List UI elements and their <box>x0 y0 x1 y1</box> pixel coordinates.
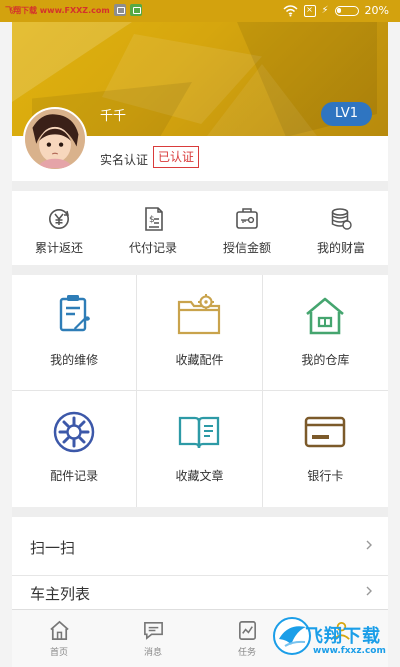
source-label: 飞翔下载 www.FXXZ.com <box>5 5 110 15</box>
avatar-image <box>25 109 85 169</box>
app-icon <box>129 4 142 16</box>
grid-item-label: 银行卡 <box>307 469 344 483</box>
tab-label: 任务 <box>237 648 256 658</box>
finance-item-credit-amount[interactable]: 授信金额 <box>200 191 294 265</box>
tab-home[interactable]: 首页 <box>12 610 106 667</box>
finance-item-label: 我的财富 <box>316 241 365 255</box>
grid-item-saved-parts[interactable]: 收藏配件 <box>137 275 263 391</box>
task-icon <box>238 621 256 640</box>
username: 千千 <box>100 109 127 124</box>
function-grid: 我的维修 收藏配件 我的仓库 配件记录 收藏文章 银行卡 <box>12 275 388 507</box>
verification-label: 实名认证 <box>100 153 149 167</box>
repair-icon <box>59 295 91 332</box>
grid-item-label: 我的仓库 <box>301 353 350 367</box>
status-bar: 飞翔下载 www.FXXZ.com × ⚡ 20% <box>0 0 400 22</box>
finance-item-label: 代付记录 <box>128 241 177 255</box>
level-badge[interactable]: LV1 <box>321 102 372 126</box>
finance-item-my-wealth[interactable]: 我的财富 <box>294 191 388 265</box>
finance-item-label: 累计返还 <box>34 241 83 255</box>
card-key-icon <box>236 208 258 229</box>
tab-label: 首页 <box>49 648 68 658</box>
phone-screen: 飞翔下载 www.FXXZ.com × ⚡ 20% 千千 LV1 实名认证 已认… <box>0 0 400 667</box>
watermark-title: 飞翔下载 <box>305 626 381 647</box>
battery-icon <box>334 5 359 16</box>
grid-item-parts-records[interactable]: 配件记录 <box>12 391 138 507</box>
section-divider <box>12 507 388 517</box>
list-item-scan[interactable]: 扫一扫 <box>12 517 388 576</box>
grid-item-saved-articles[interactable]: 收藏文章 <box>137 391 263 507</box>
list-item-owner-list[interactable]: 车主列表 <box>12 576 388 609</box>
finance-item-cumulative-refund[interactable]: 累计返还 <box>12 191 106 265</box>
grid-item-bank-card[interactable]: 银行卡 <box>263 391 388 507</box>
gear-icon <box>53 411 95 453</box>
grid-item-label: 配件记录 <box>50 469 99 483</box>
finance-item-label: 授信金额 <box>222 241 271 255</box>
receipt-icon: $ <box>145 207 163 231</box>
yuan-cycle-icon <box>49 209 69 229</box>
tab-messages[interactable]: 消息 <box>106 610 200 667</box>
finance-shortcuts: 累计返还 $ 代付记录 授信金额 我的财富 <box>12 191 388 265</box>
bank-card-icon <box>305 416 346 448</box>
watermark-subtitle: www.fxxz.com <box>313 646 386 656</box>
svg-text:$: $ <box>149 215 155 225</box>
finance-item-payment-records[interactable]: $ 代付记录 <box>106 191 200 265</box>
battery-percent: 20% <box>364 4 389 17</box>
folder-gear-icon <box>178 294 221 335</box>
status-right: × ⚡ 20% <box>283 4 389 17</box>
coins-icon <box>331 208 352 230</box>
section-divider <box>12 181 388 191</box>
charging-icon: ⚡ <box>321 5 329 16</box>
left-gutter <box>0 0 12 667</box>
section-divider <box>12 265 388 275</box>
chevron-right-icon <box>366 540 372 550</box>
grid-item-label: 收藏配件 <box>175 353 224 367</box>
settings-list: 扫一扫 车主列表 <box>12 517 388 609</box>
right-gutter <box>388 0 400 667</box>
tab-label: 消息 <box>143 648 162 658</box>
message-icon <box>143 622 163 640</box>
profile-page: 千千 LV1 实名认证 已认证 累计返还 $ 代付记录 授信金额 我的财富 我的… <box>12 0 388 667</box>
home-icon <box>49 620 69 640</box>
book-icon <box>179 416 220 449</box>
wifi-icon <box>283 4 298 16</box>
list-item-label: 车主列表 <box>30 585 91 603</box>
sim-icon: × <box>303 4 316 17</box>
avatar[interactable] <box>23 107 87 171</box>
grid-item-my-repairs[interactable]: 我的维修 <box>12 275 138 391</box>
chevron-right-icon <box>366 586 372 596</box>
watermark: 飞翔下载 www.fxxz.com <box>271 615 389 665</box>
grid-item-label: 我的维修 <box>50 353 99 367</box>
grid-item-my-warehouse[interactable]: 我的仓库 <box>262 275 388 391</box>
status-left: 飞翔下载 www.FXXZ.com <box>5 4 142 16</box>
notification-icon <box>113 4 126 16</box>
warehouse-icon <box>306 297 345 335</box>
grid-item-label: 收藏文章 <box>175 469 224 483</box>
verified-badge: 已认证 <box>153 146 200 168</box>
list-item-label: 扫一扫 <box>30 539 76 557</box>
